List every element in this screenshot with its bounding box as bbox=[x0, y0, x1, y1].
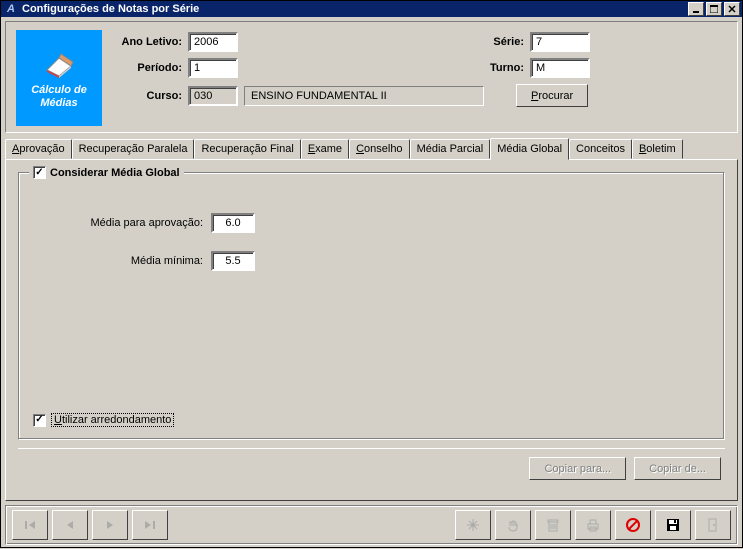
ano-letivo-label: Ano Letivo: bbox=[114, 36, 182, 48]
tabs: Aprovação Recuperação Paralela Recuperaç… bbox=[5, 137, 738, 501]
door-icon bbox=[705, 517, 721, 533]
sparkle-icon bbox=[465, 517, 481, 533]
no-entry-icon bbox=[625, 517, 641, 533]
rounding-row: Utilizar arredondamento bbox=[33, 413, 174, 427]
client-area: Cálculo de Médias Ano Letivo: 2006 Série… bbox=[1, 17, 742, 549]
eraser-icon bbox=[39, 46, 79, 78]
considerar-label: Considerar Média Global bbox=[50, 167, 180, 179]
turno-label: Turno: bbox=[474, 62, 524, 74]
prev-button[interactable] bbox=[52, 510, 88, 540]
copiar-para-button[interactable]: Copiar para... bbox=[529, 457, 626, 480]
exit-button[interactable] bbox=[695, 510, 731, 540]
tab-conselho[interactable]: Conselho bbox=[349, 139, 410, 159]
media-min-label: Média mínima: bbox=[73, 255, 203, 267]
tab-boletim[interactable]: Boletim bbox=[632, 139, 683, 159]
periodo-input[interactable]: 1 bbox=[188, 58, 238, 78]
considerar-checkbox[interactable] bbox=[33, 166, 46, 179]
curso-label: Curso: bbox=[114, 90, 182, 102]
tab-aprovacao[interactable]: Aprovação bbox=[5, 139, 72, 159]
save-button[interactable] bbox=[655, 510, 691, 540]
tile-label-2: Médias bbox=[40, 97, 77, 110]
trash-icon bbox=[545, 517, 561, 533]
hand-icon bbox=[505, 517, 521, 533]
first-icon bbox=[23, 519, 37, 531]
cancel-button[interactable] bbox=[615, 510, 651, 540]
minimize-button[interactable] bbox=[688, 2, 704, 16]
serie-label: Série: bbox=[474, 36, 524, 48]
titlebar: A Configurações de Notas por Série bbox=[1, 1, 742, 17]
media-min-input[interactable]: 5.5 bbox=[211, 251, 255, 271]
tab-rec-final[interactable]: Recuperação Final bbox=[194, 139, 300, 159]
window: A Configurações de Notas por Série Cálcu… bbox=[0, 0, 743, 548]
tab-strip: Aprovação Recuperação Paralela Recuperaç… bbox=[5, 137, 738, 159]
tab-page-media-global: Considerar Média Global Média para aprov… bbox=[5, 159, 738, 501]
next-button[interactable] bbox=[92, 510, 128, 540]
periodo-label: Período: bbox=[114, 62, 182, 74]
serie-input[interactable]: 7 bbox=[530, 32, 590, 52]
header-fields: Ano Letivo: 2006 Série: 7 Período: 1 Tur… bbox=[114, 30, 727, 126]
window-controls bbox=[686, 2, 740, 16]
calc-medias-tile[interactable]: Cálculo de Médias bbox=[16, 30, 102, 126]
tab-rec-paralela[interactable]: Recuperação Paralela bbox=[72, 139, 195, 159]
window-title: Configurações de Notas por Série bbox=[22, 3, 686, 15]
tab-media-global[interactable]: Média Global bbox=[490, 138, 569, 160]
header-panel: Cálculo de Médias Ano Letivo: 2006 Série… bbox=[5, 21, 738, 133]
tab-media-parcial[interactable]: Média Parcial bbox=[410, 139, 491, 159]
arred-label: Utilizar arredondamento bbox=[51, 413, 174, 427]
media-aprov-label: Média para aprovação: bbox=[73, 217, 203, 229]
printer-icon bbox=[585, 517, 601, 533]
print-button[interactable] bbox=[575, 510, 611, 540]
edit-button[interactable] bbox=[495, 510, 531, 540]
prev-icon bbox=[63, 519, 77, 531]
group-title: Considerar Média Global bbox=[29, 166, 184, 179]
maximize-button[interactable] bbox=[706, 2, 722, 16]
new-button[interactable] bbox=[455, 510, 491, 540]
last-icon bbox=[143, 519, 157, 531]
arred-checkbox[interactable] bbox=[33, 414, 46, 427]
tab-exame[interactable]: Exame bbox=[301, 139, 349, 159]
curso-name: ENSINO FUNDAMENTAL II bbox=[244, 86, 484, 106]
close-button[interactable] bbox=[724, 2, 740, 16]
tab-conceitos[interactable]: Conceitos bbox=[569, 139, 632, 159]
last-button[interactable] bbox=[132, 510, 168, 540]
procurar-button[interactable]: Procurar bbox=[516, 84, 588, 107]
action-buttons bbox=[455, 510, 731, 540]
next-icon bbox=[103, 519, 117, 531]
floppy-icon bbox=[665, 517, 681, 533]
delete-button[interactable] bbox=[535, 510, 571, 540]
copiar-de-button[interactable]: Copiar de... bbox=[634, 457, 721, 480]
copy-buttons: Copiar para... Copiar de... bbox=[18, 448, 725, 488]
nav-buttons bbox=[12, 510, 168, 540]
group-media-global: Considerar Média Global Média para aprov… bbox=[18, 172, 725, 440]
tile-label-1: Cálculo de bbox=[31, 84, 87, 97]
curso-code: 030 bbox=[188, 86, 238, 106]
app-icon: A bbox=[3, 1, 19, 17]
media-aprov-input[interactable]: 6.0 bbox=[211, 213, 255, 233]
ano-letivo-input[interactable]: 2006 bbox=[188, 32, 238, 52]
first-button[interactable] bbox=[12, 510, 48, 540]
turno-input[interactable]: M bbox=[530, 58, 590, 78]
toolbar bbox=[5, 505, 738, 545]
